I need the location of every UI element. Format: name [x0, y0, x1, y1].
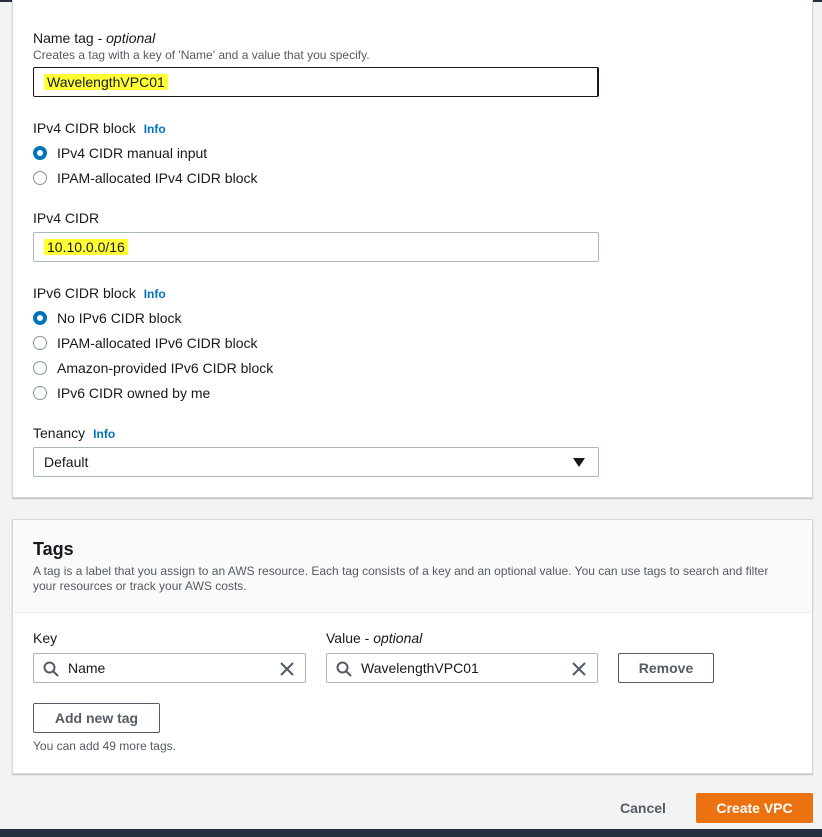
ipv4-cidr-block-label: IPv4 CIDR block Info: [33, 120, 166, 136]
tenancy-select[interactable]: Default: [33, 447, 599, 477]
radio-ipv6-amazon[interactable]: Amazon-provided IPv6 CIDR block: [33, 360, 273, 376]
radio-button[interactable]: [33, 336, 47, 350]
radio-label: IPAM-allocated IPv4 CIDR block: [57, 170, 258, 186]
name-tag-input[interactable]: WavelengthVPC01: [33, 67, 599, 97]
tags-header: Tags A tag is a label that you assign to…: [13, 520, 812, 613]
clear-icon[interactable]: [571, 661, 587, 677]
create-vpc-button[interactable]: Create VPC: [696, 793, 813, 823]
radio-label: No IPv6 CIDR block: [57, 310, 182, 326]
ipv4-cidr-block-label-text: IPv4 CIDR block: [33, 120, 136, 136]
radio-button[interactable]: [33, 171, 47, 185]
ipv6-cidr-block-label-text: IPv6 CIDR block: [33, 285, 136, 301]
radio-ipv4-manual[interactable]: IPv4 CIDR manual input: [33, 145, 207, 161]
radio-label: IPAM-allocated IPv6 CIDR block: [57, 335, 258, 351]
tags-panel: Tags A tag is a label that you assign to…: [12, 519, 813, 774]
radio-button[interactable]: [33, 361, 47, 375]
bottom-border: [0, 829, 822, 837]
tenancy-label-text: Tenancy: [33, 425, 86, 441]
tag-value-input[interactable]: WavelengthVPC01: [326, 653, 598, 683]
name-tag-label-text: Name tag -: [33, 30, 107, 46]
radio-label: IPv6 CIDR owned by me: [57, 385, 211, 401]
ipv6-block-info-link[interactable]: Info: [144, 287, 166, 301]
tag-key-label: Key: [33, 630, 58, 646]
clear-icon[interactable]: [279, 661, 295, 677]
remove-tag-button[interactable]: Remove: [618, 653, 714, 683]
tag-value-optional: optional: [373, 630, 423, 646]
radio-button-checked[interactable]: [33, 311, 47, 325]
ipv6-cidr-block-label: IPv6 CIDR block Info: [33, 285, 166, 301]
name-tag-label: Name tag - optional: [33, 30, 155, 46]
radio-button[interactable]: [33, 386, 47, 400]
radio-label: IPv4 CIDR manual input: [57, 145, 208, 161]
tag-key-value: Name: [68, 660, 106, 676]
caret-down-icon: [573, 458, 585, 467]
cancel-button[interactable]: Cancel: [620, 800, 666, 816]
tags-remaining-text: You can add 49 more tags.: [33, 739, 176, 753]
add-new-tag-button[interactable]: Add new tag: [33, 703, 160, 733]
ipv4-cidr-input[interactable]: 10.10.0.0/16: [33, 232, 599, 262]
tenancy-info-link[interactable]: Info: [93, 427, 115, 441]
tags-title: Tags: [33, 539, 74, 559]
ipv4-cidr-label: IPv4 CIDR: [33, 210, 100, 226]
name-tag-description: Creates a tag with a key of 'Name' and a…: [33, 48, 370, 62]
tags-description-line1: A tag is a label that you assign to an A…: [33, 564, 769, 578]
vpc-settings-panel: Name tag - optional Creates a tag with a…: [12, 0, 813, 498]
radio-ipv6-none[interactable]: No IPv6 CIDR block: [33, 310, 181, 326]
radio-label: Amazon-provided IPv6 CIDR block: [57, 360, 274, 376]
name-tag-value: WavelengthVPC01: [44, 74, 168, 90]
tenancy-value: Default: [44, 454, 89, 470]
tag-value-value: WavelengthVPC01: [361, 660, 479, 676]
search-icon: [336, 661, 352, 677]
radio-ipv4-ipam[interactable]: IPAM-allocated IPv4 CIDR block: [33, 170, 257, 186]
tag-key-input[interactable]: Name: [33, 653, 306, 683]
tags-description-line2: your resources or track your AWS costs.: [33, 579, 247, 593]
name-tag-optional: optional: [106, 30, 156, 46]
radio-ipv6-owned[interactable]: IPv6 CIDR owned by me: [33, 385, 210, 401]
radio-button-checked[interactable]: [33, 146, 47, 160]
radio-ipv6-ipam[interactable]: IPAM-allocated IPv6 CIDR block: [33, 335, 257, 351]
tag-value-label-text: Value -: [326, 630, 374, 646]
tag-value-label: Value - optional: [326, 630, 422, 646]
tenancy-label: Tenancy Info: [33, 425, 115, 441]
search-icon: [43, 661, 59, 677]
ipv4-cidr-value: 10.10.0.0/16: [44, 239, 128, 255]
ipv4-block-info-link[interactable]: Info: [144, 122, 166, 136]
